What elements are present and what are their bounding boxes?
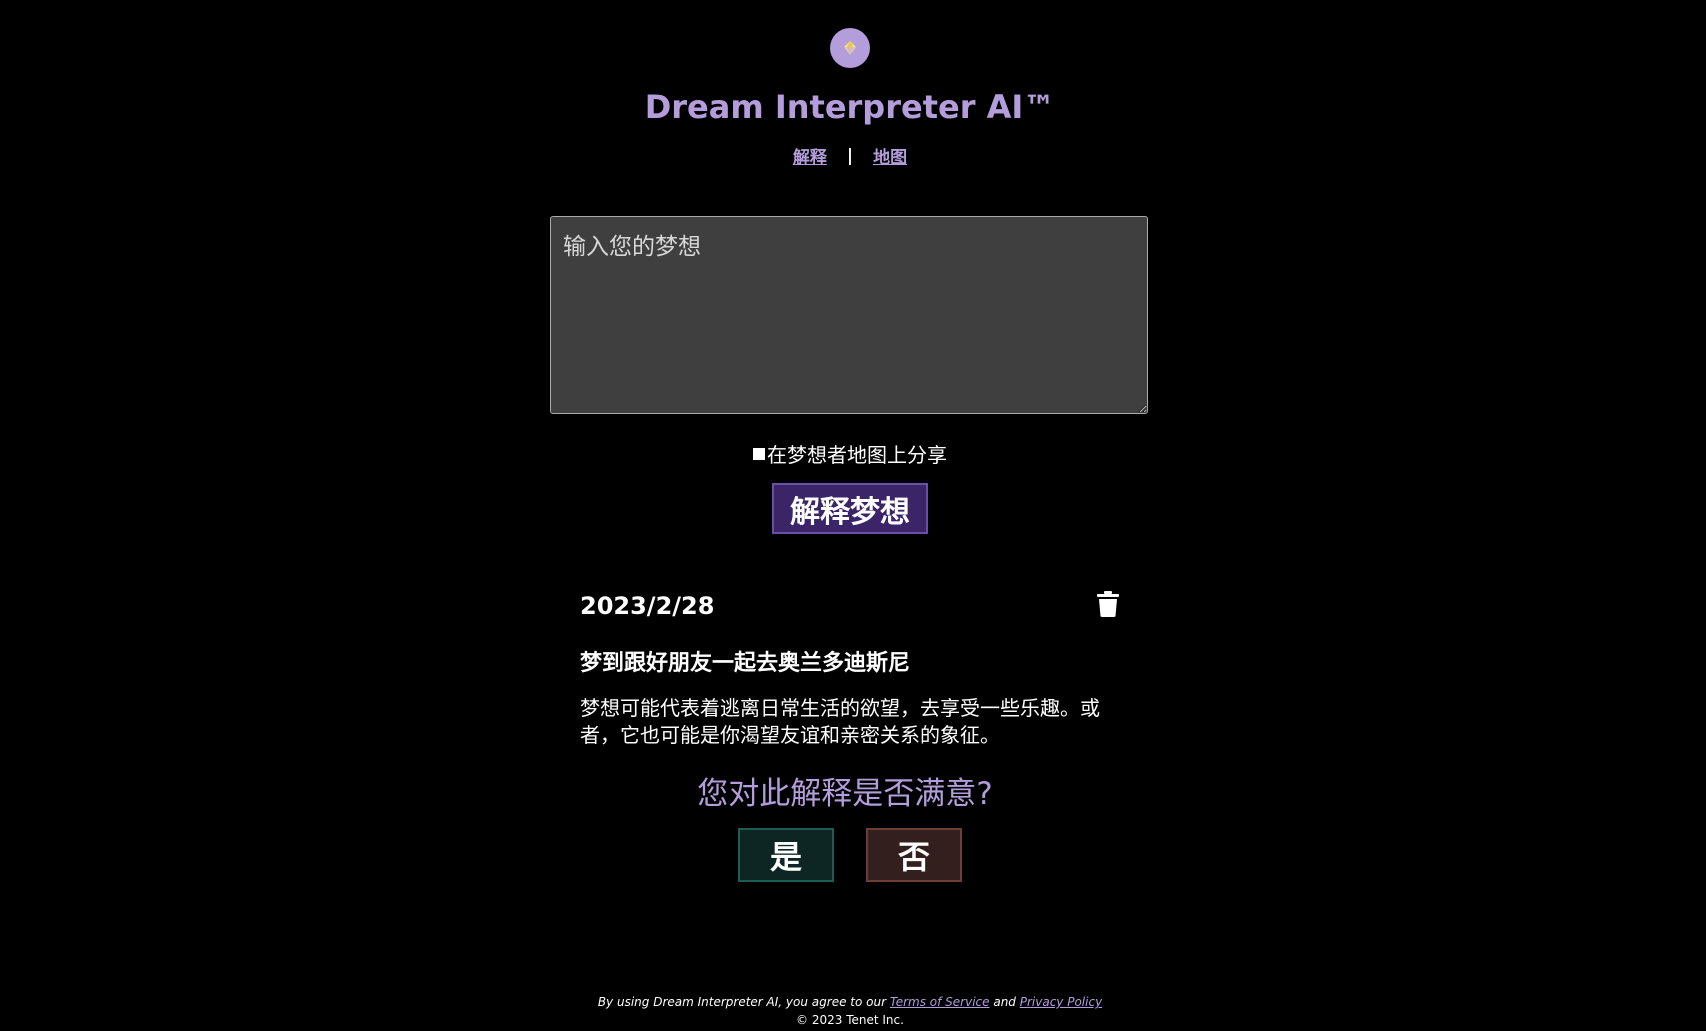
share-checkbox[interactable] (753, 447, 765, 460)
footer: By using Dream Interpreter AI, you agree… (0, 993, 1700, 1029)
top-nav: 解释 | 地图 (0, 143, 1700, 169)
copyright: © 2023 Tenet Inc. (796, 1013, 904, 1027)
page: Dream Interpreter AI™ 解释 | 地图 在梦想者地图上分享 … (0, 0, 1706, 1031)
share-row: 在梦想者地图上分享 (0, 439, 1700, 468)
delete-entry-button[interactable] (1096, 590, 1120, 618)
app-title: Dream Interpreter AI™ (644, 88, 1056, 126)
feedback-question: 您对此解释是否满意? (697, 776, 993, 812)
logo (830, 28, 870, 68)
diamond-icon (844, 41, 856, 55)
share-label: 在梦想者地图上分享 (767, 443, 947, 467)
no-button[interactable]: 否 (866, 828, 962, 882)
entry-date: 2023/2/28 (580, 592, 715, 620)
entry-title: 梦到跟好朋友一起去奥兰多迪斯尼 (580, 651, 911, 676)
terms-and: and (993, 995, 1016, 1009)
interpret-dream-button[interactable]: 解释梦想 (772, 483, 928, 534)
trash-icon (1097, 591, 1119, 617)
terms-prefix: By using Dream Interpreter AI, you agree… (597, 995, 887, 1009)
dream-input[interactable] (550, 216, 1148, 414)
nav-separator: | (846, 145, 854, 166)
nav-item-interpret[interactable]: 解释 (793, 143, 827, 168)
terms-notice: By using Dream Interpreter AI, you agree… (0, 993, 1700, 1011)
nav-item-map[interactable]: 地图 (873, 143, 907, 168)
yes-button[interactable]: 是 (738, 828, 834, 882)
terms-of-service-link[interactable]: Terms of Service (890, 995, 990, 1009)
entry-interpretation: 梦想可能代表着逃离日常生活的欲望，去享受一些乐趣。或者，它也可能是你渴望友谊和亲… (580, 696, 1100, 747)
privacy-policy-link[interactable]: Privacy Policy (1020, 995, 1102, 1009)
